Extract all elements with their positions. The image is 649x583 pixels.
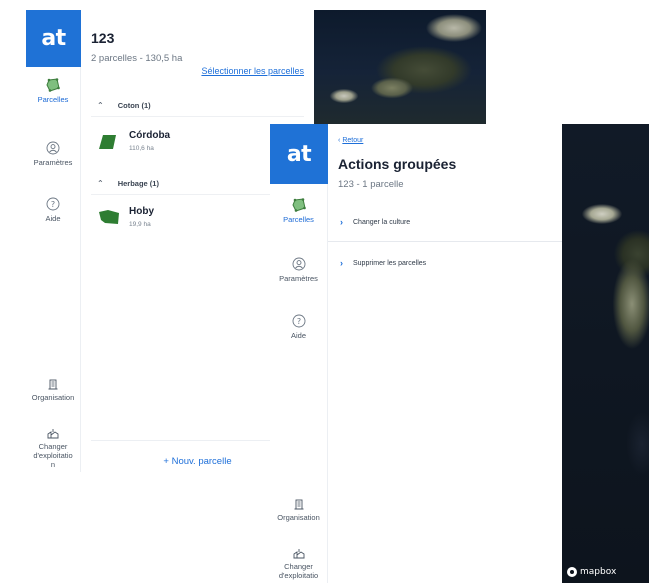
page-title: Actions groupées	[338, 156, 457, 172]
parcel-area: 110,6 ha	[129, 145, 154, 152]
building-icon	[48, 379, 58, 390]
app-logo[interactable]: at	[270, 124, 328, 184]
sidebar-item-label: Organisation	[31, 393, 75, 402]
sidebar-item-organisation[interactable]: Organisation	[270, 498, 327, 522]
sidebar-item-label: Changer	[38, 442, 68, 451]
mapbox-logo-icon	[567, 567, 577, 577]
group-label: Herbage (1)	[117, 179, 159, 188]
parcel-shape-icon	[99, 135, 116, 149]
parcel-icon	[46, 78, 60, 92]
back-link[interactable]: ‹ Retour	[338, 137, 363, 144]
sidebar-item-parametres[interactable]: Paramètres	[26, 141, 80, 167]
change-culture-action[interactable]: › Changer la culture	[328, 209, 562, 235]
parcel-name: Hoby	[129, 206, 154, 217]
selection-summary: 123 - 1 parcelle	[338, 179, 404, 190]
sidebar: at Parcelles Paramètres ? Aide Organisat…	[270, 124, 328, 583]
user-circle-icon	[46, 141, 60, 155]
sidebar-item-label: Aide	[290, 331, 306, 340]
sidebar-item-organisation[interactable]: Organisation	[26, 378, 80, 402]
parcel-icon	[291, 198, 306, 212]
chevron-left-icon: ‹	[338, 137, 341, 144]
user-circle-icon	[292, 257, 305, 271]
sidebar-item-label: Paramètres	[279, 274, 318, 283]
group-header-coton[interactable]: ⌃ Coton (1)	[91, 101, 304, 110]
sidebar-item-parametres[interactable]: Paramètres	[270, 257, 327, 283]
sidebar-item-label: Aide	[45, 214, 61, 223]
grouped-actions-window: at Parcelles Paramètres ? Aide Organisat…	[270, 124, 649, 583]
sidebar-item-label: d'exploitatio	[33, 451, 73, 460]
app-logo[interactable]: at	[26, 10, 81, 67]
sidebar-item-aide[interactable]: ? Aide	[26, 197, 80, 223]
farm-icon	[47, 429, 59, 439]
sidebar-item-parcelles[interactable]: Parcelles	[270, 198, 327, 224]
svg-text:?: ?	[51, 200, 55, 209]
sidebar-item-parcelles[interactable]: Parcelles	[26, 78, 80, 104]
chevron-right-icon: ›	[340, 217, 343, 227]
action-label: Supprimer les parcelles	[353, 259, 427, 267]
sidebar-item-label: n	[50, 460, 56, 469]
chevron-up-icon: ⌃	[97, 179, 104, 188]
sidebar-item-label: Organisation	[277, 513, 320, 522]
satellite-map[interactable]	[314, 10, 486, 124]
sidebar-item-aide[interactable]: ? Aide	[270, 314, 327, 340]
group-label: Coton (1)	[117, 101, 151, 110]
divider	[328, 241, 562, 242]
svg-text:?: ?	[296, 317, 300, 326]
grouped-actions-panel: ‹ Retour Actions groupées 123 - 1 parcell…	[328, 124, 562, 583]
sidebar-item-label: d'exploitatio	[278, 571, 319, 580]
divider	[91, 116, 304, 117]
mapbox-attribution[interactable]: mapbox	[567, 567, 616, 577]
sidebar-item-label: Parcelles	[283, 215, 314, 224]
help-icon: ?	[292, 314, 305, 328]
farm-icon	[293, 549, 304, 559]
action-label: Changer la culture	[353, 218, 411, 226]
divider	[91, 440, 299, 441]
sidebar-item-changer-exploitation[interactable]: Changer d'exploitatio	[270, 547, 327, 580]
sidebar: at Parcelles Paramètres ? Aide Organisat…	[26, 10, 81, 472]
sidebar-item-label: Paramètres	[33, 158, 73, 167]
parcel-shape-icon	[99, 210, 119, 224]
sidebar-item-label: Parcelles	[37, 95, 69, 104]
building-icon	[294, 499, 303, 510]
mapbox-label: mapbox	[580, 567, 617, 577]
help-icon: ?	[46, 197, 60, 211]
parcel-area: 19,9 ha	[129, 221, 151, 228]
sidebar-item-label: Changer	[284, 562, 313, 571]
parcel-name: Córdoba	[129, 130, 171, 141]
page-title: 123	[91, 30, 115, 46]
sidebar-item-changer-exploitation[interactable]: Changer d'exploitatio n	[26, 427, 80, 469]
select-parcels-link[interactable]: Sélectionner les parcelles	[201, 66, 304, 76]
satellite-map[interactable]: mapbox	[562, 124, 649, 583]
back-link-label: Retour	[342, 137, 364, 144]
delete-parcels-action[interactable]: › Supprimer les parcelles	[328, 250, 562, 276]
chevron-right-icon: ›	[340, 258, 343, 268]
farm-summary: 2 parcelles - 130,5 ha	[91, 53, 183, 64]
chevron-up-icon: ⌃	[97, 101, 104, 110]
